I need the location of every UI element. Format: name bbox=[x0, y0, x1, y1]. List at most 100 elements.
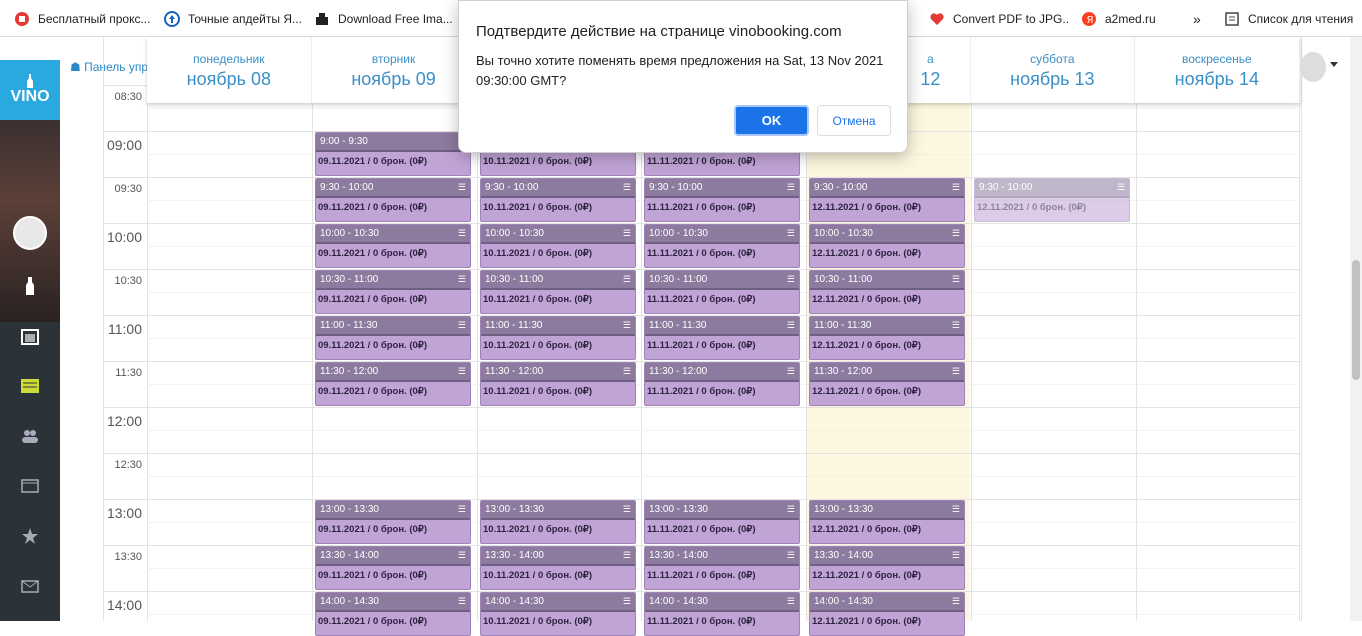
bookmark-pdf[interactable]: Convert PDF to JPG... bbox=[929, 0, 1069, 37]
day-header-mon[interactable]: понедельник ноябрь 08 bbox=[147, 37, 312, 103]
event-slot[interactable]: 10:30 - 11:00 ☰ 09.11.2021 / 0 брон. (0₽) bbox=[315, 270, 471, 314]
event-slot[interactable]: 11:30 - 12:00 ☰ 12.11.2021 / 0 брон. (0₽) bbox=[809, 362, 965, 406]
menu-icon[interactable]: ☰ bbox=[952, 228, 960, 239]
menu-icon[interactable]: ☰ bbox=[458, 182, 466, 193]
menu-icon[interactable]: ☰ bbox=[952, 550, 960, 561]
wine-icon[interactable] bbox=[18, 274, 42, 298]
menu-icon[interactable]: ☰ bbox=[623, 228, 631, 239]
menu-icon[interactable]: ☰ bbox=[787, 228, 795, 239]
menu-icon[interactable]: ☰ bbox=[458, 596, 466, 607]
event-slot[interactable]: 9:30 - 10:00 ☰ 12.11.2021 / 0 брон. (0₽) bbox=[809, 178, 965, 222]
bookmark-images[interactable]: Download Free Ima... bbox=[314, 0, 454, 37]
event-slot[interactable]: 10:00 - 10:30 ☰ 09.11.2021 / 0 брон. (0₽) bbox=[315, 224, 471, 268]
menu-icon[interactable]: ☰ bbox=[787, 274, 795, 285]
event-slot[interactable]: 14:00 - 14:30 ☰ 10.11.2021 / 0 брон. (0₽) bbox=[480, 592, 636, 636]
event-time: 11:30 - 12:00 ☰ bbox=[810, 363, 964, 382]
event-slot[interactable]: 9:30 - 10:00 ☰ 10.11.2021 / 0 брон. (0₽) bbox=[480, 178, 636, 222]
menu-icon[interactable]: ☰ bbox=[458, 366, 466, 377]
menu-icon[interactable]: ☰ bbox=[952, 366, 960, 377]
menu-icon[interactable]: ☰ bbox=[952, 182, 960, 193]
day-header-tue[interactable]: вторник ноябрь 09 bbox=[312, 37, 477, 103]
list-icon[interactable] bbox=[18, 374, 42, 398]
menu-icon[interactable]: ☰ bbox=[787, 182, 795, 193]
window-icon[interactable] bbox=[18, 474, 42, 498]
bookmark-a2med[interactable]: Я a2med.ru bbox=[1081, 0, 1181, 37]
event-slot[interactable]: 13:30 - 14:00 ☰ 11.11.2021 / 0 брон. (0₽) bbox=[644, 546, 800, 590]
menu-icon[interactable]: ☰ bbox=[623, 274, 631, 285]
day-header-sat[interactable]: суббота ноябрь 13 bbox=[971, 37, 1136, 103]
menu-icon[interactable]: ☰ bbox=[1117, 182, 1125, 193]
event-slot[interactable]: 11:30 - 12:00 ☰ 09.11.2021 / 0 брон. (0₽) bbox=[315, 362, 471, 406]
event-slot[interactable]: 14:00 - 14:30 ☰ 11.11.2021 / 0 брон. (0₽) bbox=[644, 592, 800, 636]
event-slot[interactable]: 11:30 - 12:00 ☰ 10.11.2021 / 0 брон. (0₽) bbox=[480, 362, 636, 406]
event-slot[interactable]: 13:00 - 13:30 ☰ 11.11.2021 / 0 брон. (0₽) bbox=[644, 500, 800, 544]
menu-icon[interactable]: ☰ bbox=[952, 274, 960, 285]
event-slot[interactable]: 13:00 - 13:30 ☰ 12.11.2021 / 0 брон. (0₽) bbox=[809, 500, 965, 544]
event-slot[interactable]: 11:00 - 11:30 ☰ 11.11.2021 / 0 брон. (0₽) bbox=[644, 316, 800, 360]
event-slot[interactable]: 11:30 - 12:00 ☰ 11.11.2021 / 0 брон. (0₽) bbox=[644, 362, 800, 406]
event-slot[interactable]: 10:30 - 11:00 ☰ 12.11.2021 / 0 брон. (0₽) bbox=[809, 270, 965, 314]
event-booking: 12.11.2021 / 0 брон. (0₽) bbox=[812, 524, 922, 535]
event-slot[interactable]: 10:00 - 10:30 ☰ 11.11.2021 / 0 брон. (0₽) bbox=[644, 224, 800, 268]
menu-icon[interactable]: ☰ bbox=[952, 504, 960, 515]
avatar[interactable] bbox=[13, 216, 47, 250]
menu-icon[interactable]: ☰ bbox=[787, 550, 795, 561]
event-slot[interactable]: 9:30 - 10:00 ☰ 11.11.2021 / 0 брон. (0₽) bbox=[644, 178, 800, 222]
event-slot[interactable]: 10:00 - 10:30 ☰ 12.11.2021 / 0 брон. (0₽) bbox=[809, 224, 965, 268]
menu-icon[interactable]: ☰ bbox=[623, 182, 631, 193]
menu-icon[interactable]: ☰ bbox=[952, 596, 960, 607]
menu-icon[interactable]: ☰ bbox=[458, 504, 466, 515]
reading-list-button[interactable]: Список для чтения bbox=[1224, 0, 1354, 37]
event-slot[interactable]: 10:00 - 10:30 ☰ 10.11.2021 / 0 брон. (0₽) bbox=[480, 224, 636, 268]
event-slot[interactable]: 9:00 - 9:30☰ 09.11.2021 / 0 брон. (0₽) bbox=[315, 132, 471, 176]
menu-icon[interactable]: ☰ bbox=[787, 596, 795, 607]
menu-icon[interactable]: ☰ bbox=[623, 366, 631, 377]
event-booking: 10.11.2021 / 0 брон. (0₽) bbox=[483, 524, 593, 535]
day-header-sun[interactable]: воскресенье ноябрь 14 bbox=[1135, 37, 1300, 103]
event-slot[interactable]: 13:30 - 14:00 ☰ 10.11.2021 / 0 брон. (0₽) bbox=[480, 546, 636, 590]
event-slot[interactable]: 9:30 - 10:00 ☰ 12.11.2021 / 0 брон. (0₽) bbox=[974, 178, 1130, 222]
menu-icon[interactable]: ☰ bbox=[458, 274, 466, 285]
bookmark-proxy[interactable]: Бесплатный прокс... bbox=[14, 0, 154, 37]
image-icon bbox=[314, 11, 330, 27]
menu-icon[interactable]: ☰ bbox=[787, 504, 795, 515]
menu-icon[interactable]: ☰ bbox=[787, 320, 795, 331]
event-slot[interactable]: 13:30 - 14:00 ☰ 09.11.2021 / 0 брон. (0₽) bbox=[315, 546, 471, 590]
users-icon[interactable] bbox=[18, 424, 42, 448]
event-time: 9:30 - 10:00 ☰ bbox=[316, 179, 470, 198]
event-slot[interactable]: 11:00 - 11:30 ☰ 09.11.2021 / 0 брон. (0₽) bbox=[315, 316, 471, 360]
event-slot[interactable]: 14:00 - 14:30 ☰ 09.11.2021 / 0 брон. (0₽) bbox=[315, 592, 471, 636]
menu-icon[interactable]: ☰ bbox=[787, 366, 795, 377]
event-slot[interactable]: 14:00 - 14:30 ☰ 12.11.2021 / 0 брон. (0₽) bbox=[809, 592, 965, 636]
event-slot[interactable]: 10:30 - 11:00 ☰ 10.11.2021 / 0 брон. (0₽) bbox=[480, 270, 636, 314]
event-slot[interactable]: 11:00 - 11:30 ☰ 12.11.2021 / 0 брон. (0₽) bbox=[809, 316, 965, 360]
menu-icon[interactable]: ☰ bbox=[623, 504, 631, 515]
event-slot[interactable]: 13:30 - 14:00 ☰ 12.11.2021 / 0 брон. (0₽) bbox=[809, 546, 965, 590]
bookmark-updates[interactable]: Точные апдейты Я... bbox=[164, 0, 304, 37]
menu-icon[interactable]: ☰ bbox=[458, 550, 466, 561]
menu-icon[interactable]: ☰ bbox=[623, 596, 631, 607]
menu-icon[interactable]: ☰ bbox=[458, 320, 466, 331]
confirm-dialog: Подтвердите действие на странице vinoboo… bbox=[458, 0, 908, 153]
menu-icon[interactable]: ☰ bbox=[952, 320, 960, 331]
event-slot[interactable]: 13:00 - 13:30 ☰ 10.11.2021 / 0 брон. (0₽) bbox=[480, 500, 636, 544]
menu-icon[interactable]: ☰ bbox=[458, 228, 466, 239]
menu-icon[interactable]: ☰ bbox=[623, 320, 631, 331]
event-slot[interactable]: 11:00 - 11:30 ☰ 10.11.2021 / 0 брон. (0₽) bbox=[480, 316, 636, 360]
mail-icon[interactable] bbox=[18, 574, 42, 598]
event-booking: 09.11.2021 / 0 брон. (0₽) bbox=[318, 248, 428, 259]
ok-button[interactable]: OK bbox=[734, 105, 809, 136]
app-logo[interactable]: VINO bbox=[0, 60, 60, 120]
user-avatar[interactable] bbox=[1300, 52, 1326, 82]
chevron-down-icon[interactable] bbox=[1330, 62, 1338, 67]
calendar-icon[interactable] bbox=[18, 324, 42, 348]
event-slot[interactable]: 13:00 - 13:30 ☰ 09.11.2021 / 0 брон. (0₽) bbox=[315, 500, 471, 544]
more-bookmarks-button[interactable]: » bbox=[1193, 0, 1207, 37]
star-icon[interactable] bbox=[18, 524, 42, 548]
cancel-button[interactable]: Отмена bbox=[817, 105, 891, 136]
event-slot[interactable]: 9:30 - 10:00 ☰ 09.11.2021 / 0 брон. (0₽) bbox=[315, 178, 471, 222]
event-slot[interactable]: 10:30 - 11:00 ☰ 11.11.2021 / 0 брон. (0₽) bbox=[644, 270, 800, 314]
row-line bbox=[103, 453, 1300, 454]
scrollbar-thumb[interactable] bbox=[1352, 260, 1360, 380]
menu-icon[interactable]: ☰ bbox=[623, 550, 631, 561]
